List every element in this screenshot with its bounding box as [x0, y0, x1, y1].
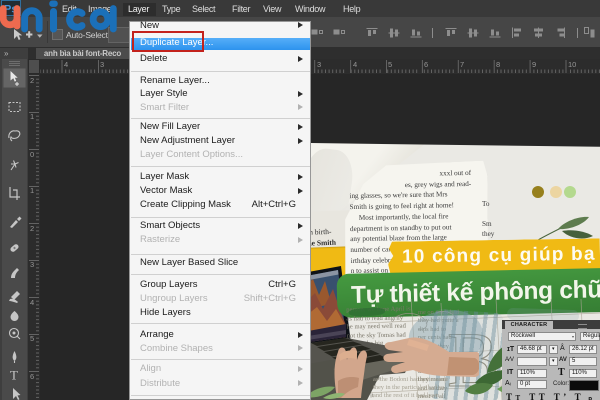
svg-text:T: T — [10, 368, 18, 383]
